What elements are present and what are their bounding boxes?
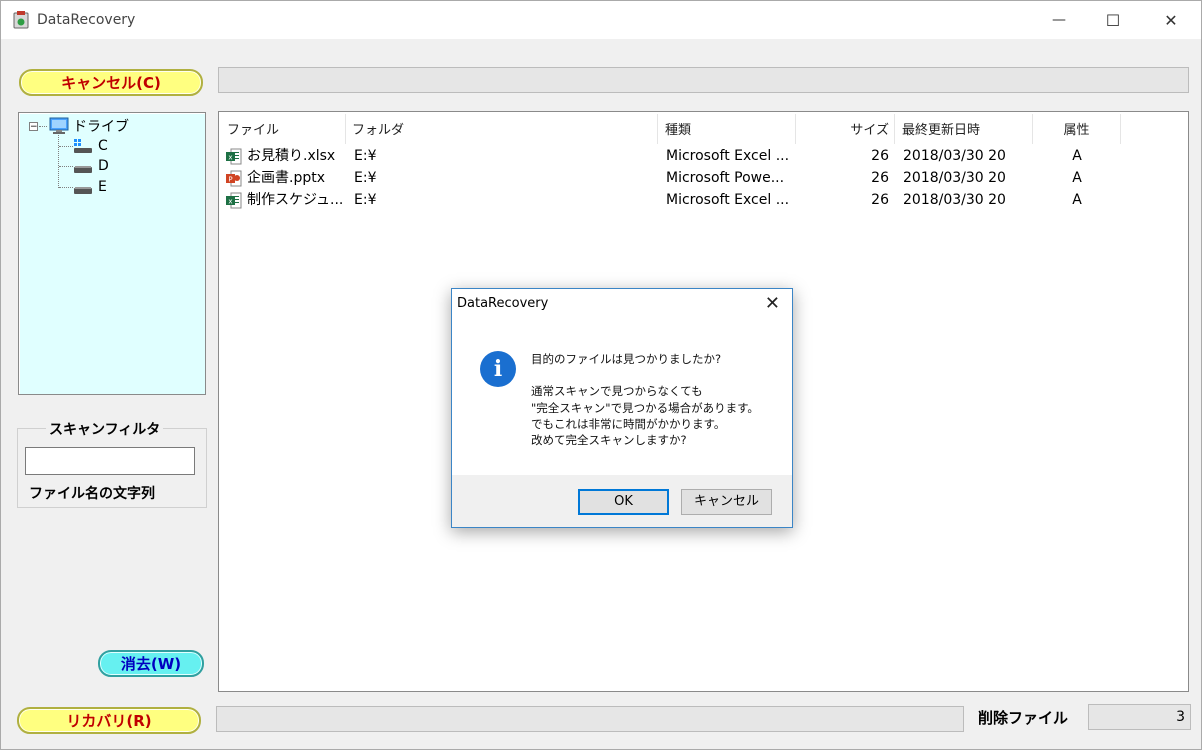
tree-item-drives[interactable]: ドライブ [48, 117, 129, 135]
dialog-cancel-button[interactable]: キャンセル [681, 489, 772, 515]
svg-text:x: x [228, 154, 232, 162]
recovery-progress-bar [216, 706, 964, 732]
tree-root-label: ドライブ [73, 119, 129, 135]
table-row[interactable]: x 制作スケジュ... E:¥ Microsoft Excel ... 26 2… [219, 189, 1188, 211]
recover-button-label: リカバリ(R) [66, 712, 152, 730]
tree-item-drive-e[interactable]: E [73, 178, 107, 196]
dialog-message-line: 改めて完全スキャンしますか? [531, 433, 687, 447]
scan-progress-bar [218, 67, 1189, 93]
tree-drive-label: E [98, 179, 107, 195]
list-header: ファイル フォルダ 種類 サイズ 最終更新日時 属性 [219, 114, 1188, 144]
app-icon [13, 11, 29, 29]
file-attributes: A [1072, 170, 1082, 186]
file-modified: 2018/03/30 20 [903, 170, 1006, 186]
dialog-title: DataRecovery [457, 296, 549, 311]
window-title: DataRecovery [37, 12, 136, 28]
filename-filter-input[interactable] [25, 447, 195, 475]
file-size: 26 [871, 170, 889, 186]
minimize-button[interactable]: — [1036, 1, 1082, 39]
file-folder: E:¥ [354, 148, 377, 164]
windows-drive-icon [74, 139, 92, 153]
scan-filter-title: スキャンフィルタ [46, 419, 164, 439]
file-size: 26 [871, 192, 889, 208]
app-window: DataRecovery — ☐ ✕ キャンセル(C) − ドライブ C D E… [0, 0, 1202, 750]
deleted-files-label: 削除ファイル [978, 709, 1069, 727]
svg-text:P: P [228, 176, 232, 184]
column-header-file[interactable]: ファイル [219, 114, 346, 144]
close-icon: ✕ [1164, 10, 1178, 30]
recover-button[interactable]: リカバリ(R) [17, 707, 201, 734]
dialog-message-line: 目的のファイルは見つかりましたか? [531, 352, 722, 366]
close-button[interactable]: ✕ [1148, 1, 1194, 39]
confirm-dialog: DataRecovery ✕ i 目的のファイルは見つかりましたか? 通常スキャ… [451, 288, 793, 528]
file-type: Microsoft Powe... [666, 170, 785, 186]
file-modified: 2018/03/30 20 [903, 192, 1006, 208]
column-header-attributes[interactable]: 属性 [1033, 114, 1121, 144]
minimize-icon: — [1052, 12, 1066, 28]
tree-item-drive-c[interactable]: C [73, 137, 108, 155]
excel-file-icon: x [226, 148, 242, 165]
file-folder: E:¥ [354, 192, 377, 208]
file-type: Microsoft Excel ... [666, 192, 790, 208]
info-icon: i [480, 351, 516, 387]
file-type: Microsoft Excel ... [666, 148, 790, 164]
tree-item-drive-d[interactable]: D [73, 157, 109, 175]
drive-icon [74, 187, 92, 194]
excel-file-icon: x [226, 192, 242, 209]
file-attributes: A [1072, 148, 1082, 164]
file-modified: 2018/03/30 20 [903, 148, 1006, 164]
maximize-icon: ☐ [1105, 10, 1121, 30]
filename-filter-caption: ファイル名の文字列 [29, 486, 155, 502]
column-header-size[interactable]: サイズ [796, 114, 895, 144]
table-row[interactable]: x お見積り.xlsx E:¥ Microsoft Excel ... 26 2… [219, 145, 1188, 167]
powerpoint-file-icon: P [226, 170, 242, 187]
title-bar[interactable]: DataRecovery — ☐ ✕ [1, 1, 1201, 39]
table-row[interactable]: P 企画書.pptx E:¥ Microsoft Powe... 26 2018… [219, 167, 1188, 189]
clear-button[interactable]: 消去(W) [98, 650, 204, 677]
tree-drive-label: D [98, 158, 109, 174]
dialog-message-line: でもこれは非常に時間がかかります。 [531, 417, 726, 431]
cancel-button[interactable]: キャンセル(C) [19, 69, 203, 96]
file-attributes: A [1072, 192, 1082, 208]
collapse-icon[interactable]: − [29, 122, 38, 132]
cancel-button-label: キャンセル(C) [61, 74, 161, 92]
dialog-message-line: 通常スキャンで見つからなくても [531, 384, 703, 398]
file-size: 26 [871, 148, 889, 164]
file-name: お見積り.xlsx [247, 148, 336, 164]
dialog-footer: OK キャンセル [452, 475, 792, 527]
scan-filter-group: スキャンフィルタ ファイル名の文字列 [17, 419, 207, 508]
tree-drive-label: C [98, 138, 108, 154]
column-header-modified[interactable]: 最終更新日時 [895, 114, 1033, 144]
file-name: 企画書.pptx [247, 170, 325, 186]
file-name: 制作スケジュ... [247, 192, 344, 208]
drive-tree[interactable]: − ドライブ C D E [18, 112, 206, 395]
column-header-folder[interactable]: フォルダ [346, 114, 658, 144]
dialog-close-icon[interactable]: ✕ [765, 293, 780, 314]
computer-icon [49, 117, 69, 134]
file-folder: E:¥ [354, 170, 377, 186]
column-header-type[interactable]: 種類 [658, 114, 796, 144]
deleted-files-count: 3 [1088, 704, 1191, 730]
maximize-button[interactable]: ☐ [1090, 1, 1136, 39]
drive-icon [74, 166, 92, 173]
clear-button-label: 消去(W) [120, 655, 182, 673]
dialog-ok-button[interactable]: OK [578, 489, 669, 515]
dialog-message-line: "完全スキャン"で見つかる場合があります。 [531, 401, 759, 415]
svg-text:x: x [228, 198, 232, 206]
